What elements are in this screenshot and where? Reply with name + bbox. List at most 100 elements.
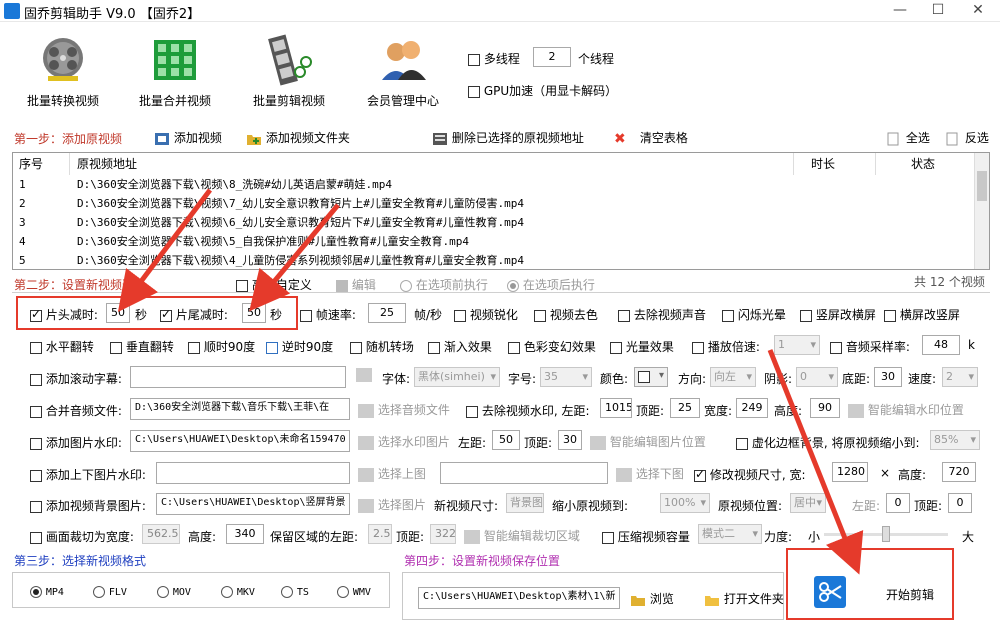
font-select[interactable]: 黑体(simhei) [414,367,500,387]
format-flv-option[interactable]: FLV [93,584,127,598]
ccw90-option[interactable]: 逆时90度 [266,338,333,355]
format-ts-option[interactable]: TS [281,584,309,598]
format-wmv-option[interactable]: WMV [337,584,371,598]
slider-thumb[interactable] [882,526,890,542]
col-header-status[interactable]: 状态 [911,153,935,175]
crop-height-input[interactable]: 340 [226,524,264,544]
format-mkv-option[interactable]: MKV [221,584,255,598]
frame-rate-input[interactable]: 25 [368,303,406,323]
table-row[interactable]: 3 D:\360安全浏览器下载\视频\6_幼儿安全意识教育短片下#儿童安全教育#… [13,213,975,232]
sharpen-checkbox[interactable] [454,309,466,322]
maximize-button[interactable]: ☐ [918,2,958,20]
col-header-duration[interactable]: 时长 [811,153,835,175]
format-radio[interactable] [337,585,349,598]
before-radio[interactable] [400,279,412,292]
format-mov-option[interactable]: MOV [157,584,191,598]
keep-left-input[interactable]: 2.5 [368,524,392,544]
speed-checkbox[interactable] [692,341,704,354]
sharpen-option[interactable]: 视频锐化 [454,306,518,323]
tail-cut-checkbox[interactable] [160,307,172,322]
blur-border-checkbox[interactable] [736,437,748,450]
video-table[interactable]: 序号 原视频地址 时长 状态 1 D:\360安全浏览器下载\视频\8_洗碗#幼… [12,152,990,270]
scroll-sub-checkbox[interactable] [30,373,42,386]
after-radio[interactable] [507,279,519,292]
select-bg-button[interactable]: 选择图片 [358,496,426,513]
browse-button[interactable]: 浏览 [630,590,674,607]
flash-checkbox[interactable] [722,309,734,322]
smart-img-button[interactable]: 智能编辑图片位置 [590,433,706,450]
select-top-button[interactable]: 选择上图 [358,465,426,482]
flash-option[interactable]: 闪烁光晕 [722,306,786,323]
fade-in-option[interactable]: 渐入效果 [428,338,492,355]
format-radio[interactable] [221,585,233,598]
remove-audio-option[interactable]: 去除视频声音 [618,306,706,323]
delete-selected-button[interactable]: 删除已选择的原视频地址 [432,129,584,146]
minimize-button[interactable]: — [880,2,920,20]
tail-cut-input[interactable]: 50 [242,303,266,323]
v2h-option[interactable]: 竖屏改横屏 [800,306,876,323]
start-button[interactable]: 开始剪辑 [800,560,948,612]
head-cut-option[interactable]: 片头减时: [30,306,98,323]
hflip-checkbox[interactable] [30,341,42,354]
hflip-option[interactable]: 水平翻转 [30,338,94,355]
add-video-button[interactable]: 添加视频 [154,129,222,146]
frame-rate-checkbox[interactable] [300,309,312,322]
size-select[interactable]: 35 [540,367,592,387]
invert-select-button[interactable]: 反选 [945,129,989,146]
audio-path-input[interactable]: D:\360安全浏览器下载\音乐下载\王菲\在 [130,398,350,420]
smart-wm-button[interactable]: 智能编辑水印位置 [848,401,964,418]
wm-top-input[interactable]: 25 [670,398,700,418]
compress-option[interactable]: 压缩视频容量 [602,528,690,545]
add-folder-button[interactable]: 添加视频文件夹 [246,129,350,146]
img-wm-option[interactable]: 添加图片水印: [30,434,122,451]
tb-img-option[interactable]: 添加上下图片水印: [30,466,146,483]
gpu-option[interactable]: GPU加速（用显卡解码） [468,82,617,99]
resize-option[interactable]: 修改视频尺寸, 宽: [694,466,806,483]
scroll-thumb[interactable] [977,171,987,201]
select-all-button[interactable]: 全选 [886,129,930,146]
cw90-option[interactable]: 顺时90度 [188,338,255,355]
wm-left-input[interactable]: 1015 [600,398,632,418]
wm-height-input[interactable]: 90 [810,398,840,418]
crop-checkbox[interactable] [30,531,42,544]
tb-img-checkbox[interactable] [30,469,42,482]
select-wm-img-button[interactable]: 选择水印图片 [358,433,450,450]
col-header-no[interactable]: 序号 [19,153,43,175]
after-option[interactable]: 在选项后执行 [507,276,595,293]
save-path-input[interactable]: C:\Users\HUAWEI\Desktop\素材\1\新 [418,587,620,609]
remove-wm-checkbox[interactable] [466,405,478,418]
decolor-option[interactable]: 视频去色 [534,306,598,323]
before-option[interactable]: 在选项前执行 [400,276,488,293]
ccw90-checkbox[interactable] [266,341,278,354]
merge-audio-checkbox[interactable] [30,405,42,418]
table-row[interactable]: 1 D:\360安全浏览器下载\视频\8_洗碗#幼儿英语启蒙#萌娃.mp4 [13,175,975,194]
custom-checkbox[interactable] [236,279,248,292]
select-audio-button[interactable]: 选择音频文件 [358,401,450,418]
color-change-option[interactable]: 色彩变幻效果 [508,338,596,355]
remove-audio-checkbox[interactable] [618,309,630,322]
bottom-input[interactable]: 30 [874,367,902,387]
light-checkbox[interactable] [610,341,622,354]
bg-img-checkbox[interactable] [30,500,42,513]
format-radio[interactable] [157,585,169,598]
format-radio[interactable] [281,585,293,598]
head-cut-input[interactable]: 50 [106,303,130,323]
bg-top-input[interactable]: 0 [948,493,972,513]
close-button[interactable]: ✕ [958,2,998,20]
random-trans-option[interactable]: 随机转场 [350,338,414,355]
compress-checkbox[interactable] [602,531,614,544]
shadow-select[interactable]: 0 [796,367,838,387]
vflip-checkbox[interactable] [110,341,122,354]
gpu-checkbox[interactable] [468,85,480,98]
bg-path-input[interactable]: C:\Users\HUAWEI\Desktop\竖屏背景 [156,493,350,515]
cw90-checkbox[interactable] [188,341,200,354]
table-scrollbar[interactable] [974,153,989,269]
head-cut-checkbox[interactable] [30,307,42,322]
sample-rate-checkbox[interactable] [830,341,842,354]
resize-checkbox[interactable] [694,467,706,482]
smart-crop-button[interactable]: 智能编辑裁切区域 [464,527,580,544]
color-picker[interactable]: ▾ [634,367,668,387]
new-size-select[interactable]: 背景图 [506,493,544,513]
light-option[interactable]: 光量效果 [610,338,674,355]
img-top-input[interactable]: 30 [558,430,582,450]
